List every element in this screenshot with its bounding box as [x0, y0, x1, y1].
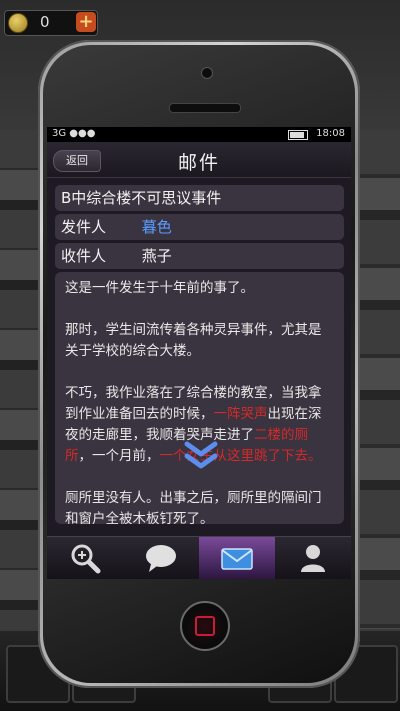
tab-bar [47, 536, 351, 579]
background-building-right [356, 130, 400, 630]
tab-mail[interactable] [199, 537, 275, 579]
chat-icon [146, 545, 176, 572]
signal-indicator: 3G ●●● [52, 128, 96, 139]
sender-name[interactable]: 暮色 [142, 218, 172, 236]
mail-sender-row: 发件人 暮色 [55, 214, 344, 240]
mail-subject-text: B中综合楼不可思议事件 [61, 189, 222, 207]
phone-screen: 3G ●●● 18:08 返回 邮件 B中综合楼不可思议事件 发件人 暮色 收件… [47, 127, 351, 579]
tab-zoom[interactable] [47, 537, 123, 579]
sender-label: 发件人 [61, 218, 107, 236]
mail-detail: B中综合楼不可思议事件 发件人 暮色 收件人 燕子 这是一件发生于十年前的事了。… [55, 185, 344, 524]
home-button[interactable] [180, 601, 230, 651]
contacts-icon [301, 545, 325, 572]
mail-recipient-row: 收件人 燕子 [55, 243, 344, 269]
mail-paragraph: 那时，学生间流传着各种灵异事件，尤其是关于学校的综合大楼。 [65, 322, 322, 359]
mail-paragraph: 这是一件发生于十年前的事了。 [65, 280, 254, 296]
scroll-down-icon[interactable] [181, 436, 221, 476]
add-coins-button[interactable]: + [76, 12, 96, 32]
mail-icon [221, 548, 253, 570]
recipient-label: 收件人 [61, 247, 107, 265]
zoom-icon [71, 544, 101, 574]
tab-chat[interactable] [123, 537, 199, 579]
coin-count: 0 [40, 13, 50, 31]
camera-dot [201, 67, 213, 79]
mail-content[interactable]: 这是一件发生于十年前的事了。 那时，学生间流传着各种灵异事件，尤其是关于学校的综… [55, 272, 344, 524]
highlight-clue: 一阵哭声 [213, 406, 268, 422]
battery-icon [288, 130, 308, 140]
clock: 18:08 [316, 128, 345, 139]
recipient-name: 燕子 [141, 247, 172, 265]
earpiece [169, 103, 241, 113]
text-segment: ，一个月前， [78, 448, 160, 464]
tab-contacts[interactable] [275, 537, 351, 579]
nav-bar: 返回 邮件 [47, 142, 351, 178]
mail-paragraph: 厕所里没有人。出事之后，厕所里的隔间门和窗户全被木板钉死了。 [65, 490, 322, 524]
coin-icon [8, 13, 28, 33]
home-square-icon [195, 616, 215, 636]
status-bar: 3G ●●● 18:08 [47, 127, 351, 142]
page-title: 邮件 [177, 152, 220, 174]
mail-subject: B中综合楼不可思议事件 [55, 185, 344, 211]
